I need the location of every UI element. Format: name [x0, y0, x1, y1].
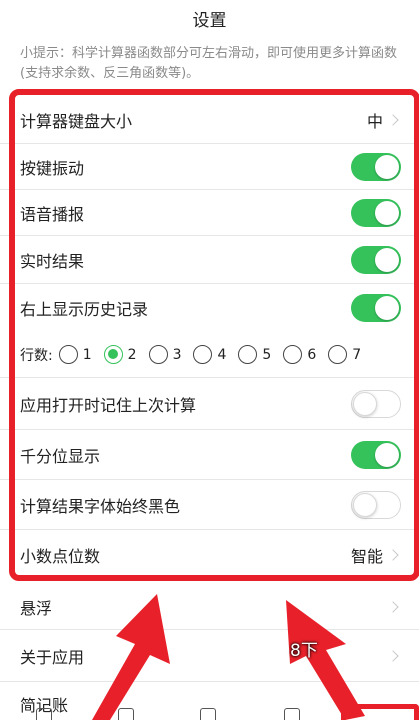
tab-icon[interactable]	[36, 708, 52, 720]
annotation-arrows	[92, 594, 365, 720]
annotation-tab-highlight	[341, 704, 419, 720]
overlay-text: 8下	[290, 641, 318, 661]
tab-icon[interactable]	[284, 708, 300, 720]
tab-icon[interactable]	[118, 708, 134, 720]
tab-icon[interactable]	[200, 708, 216, 720]
annotation-arrow-left	[92, 594, 170, 720]
